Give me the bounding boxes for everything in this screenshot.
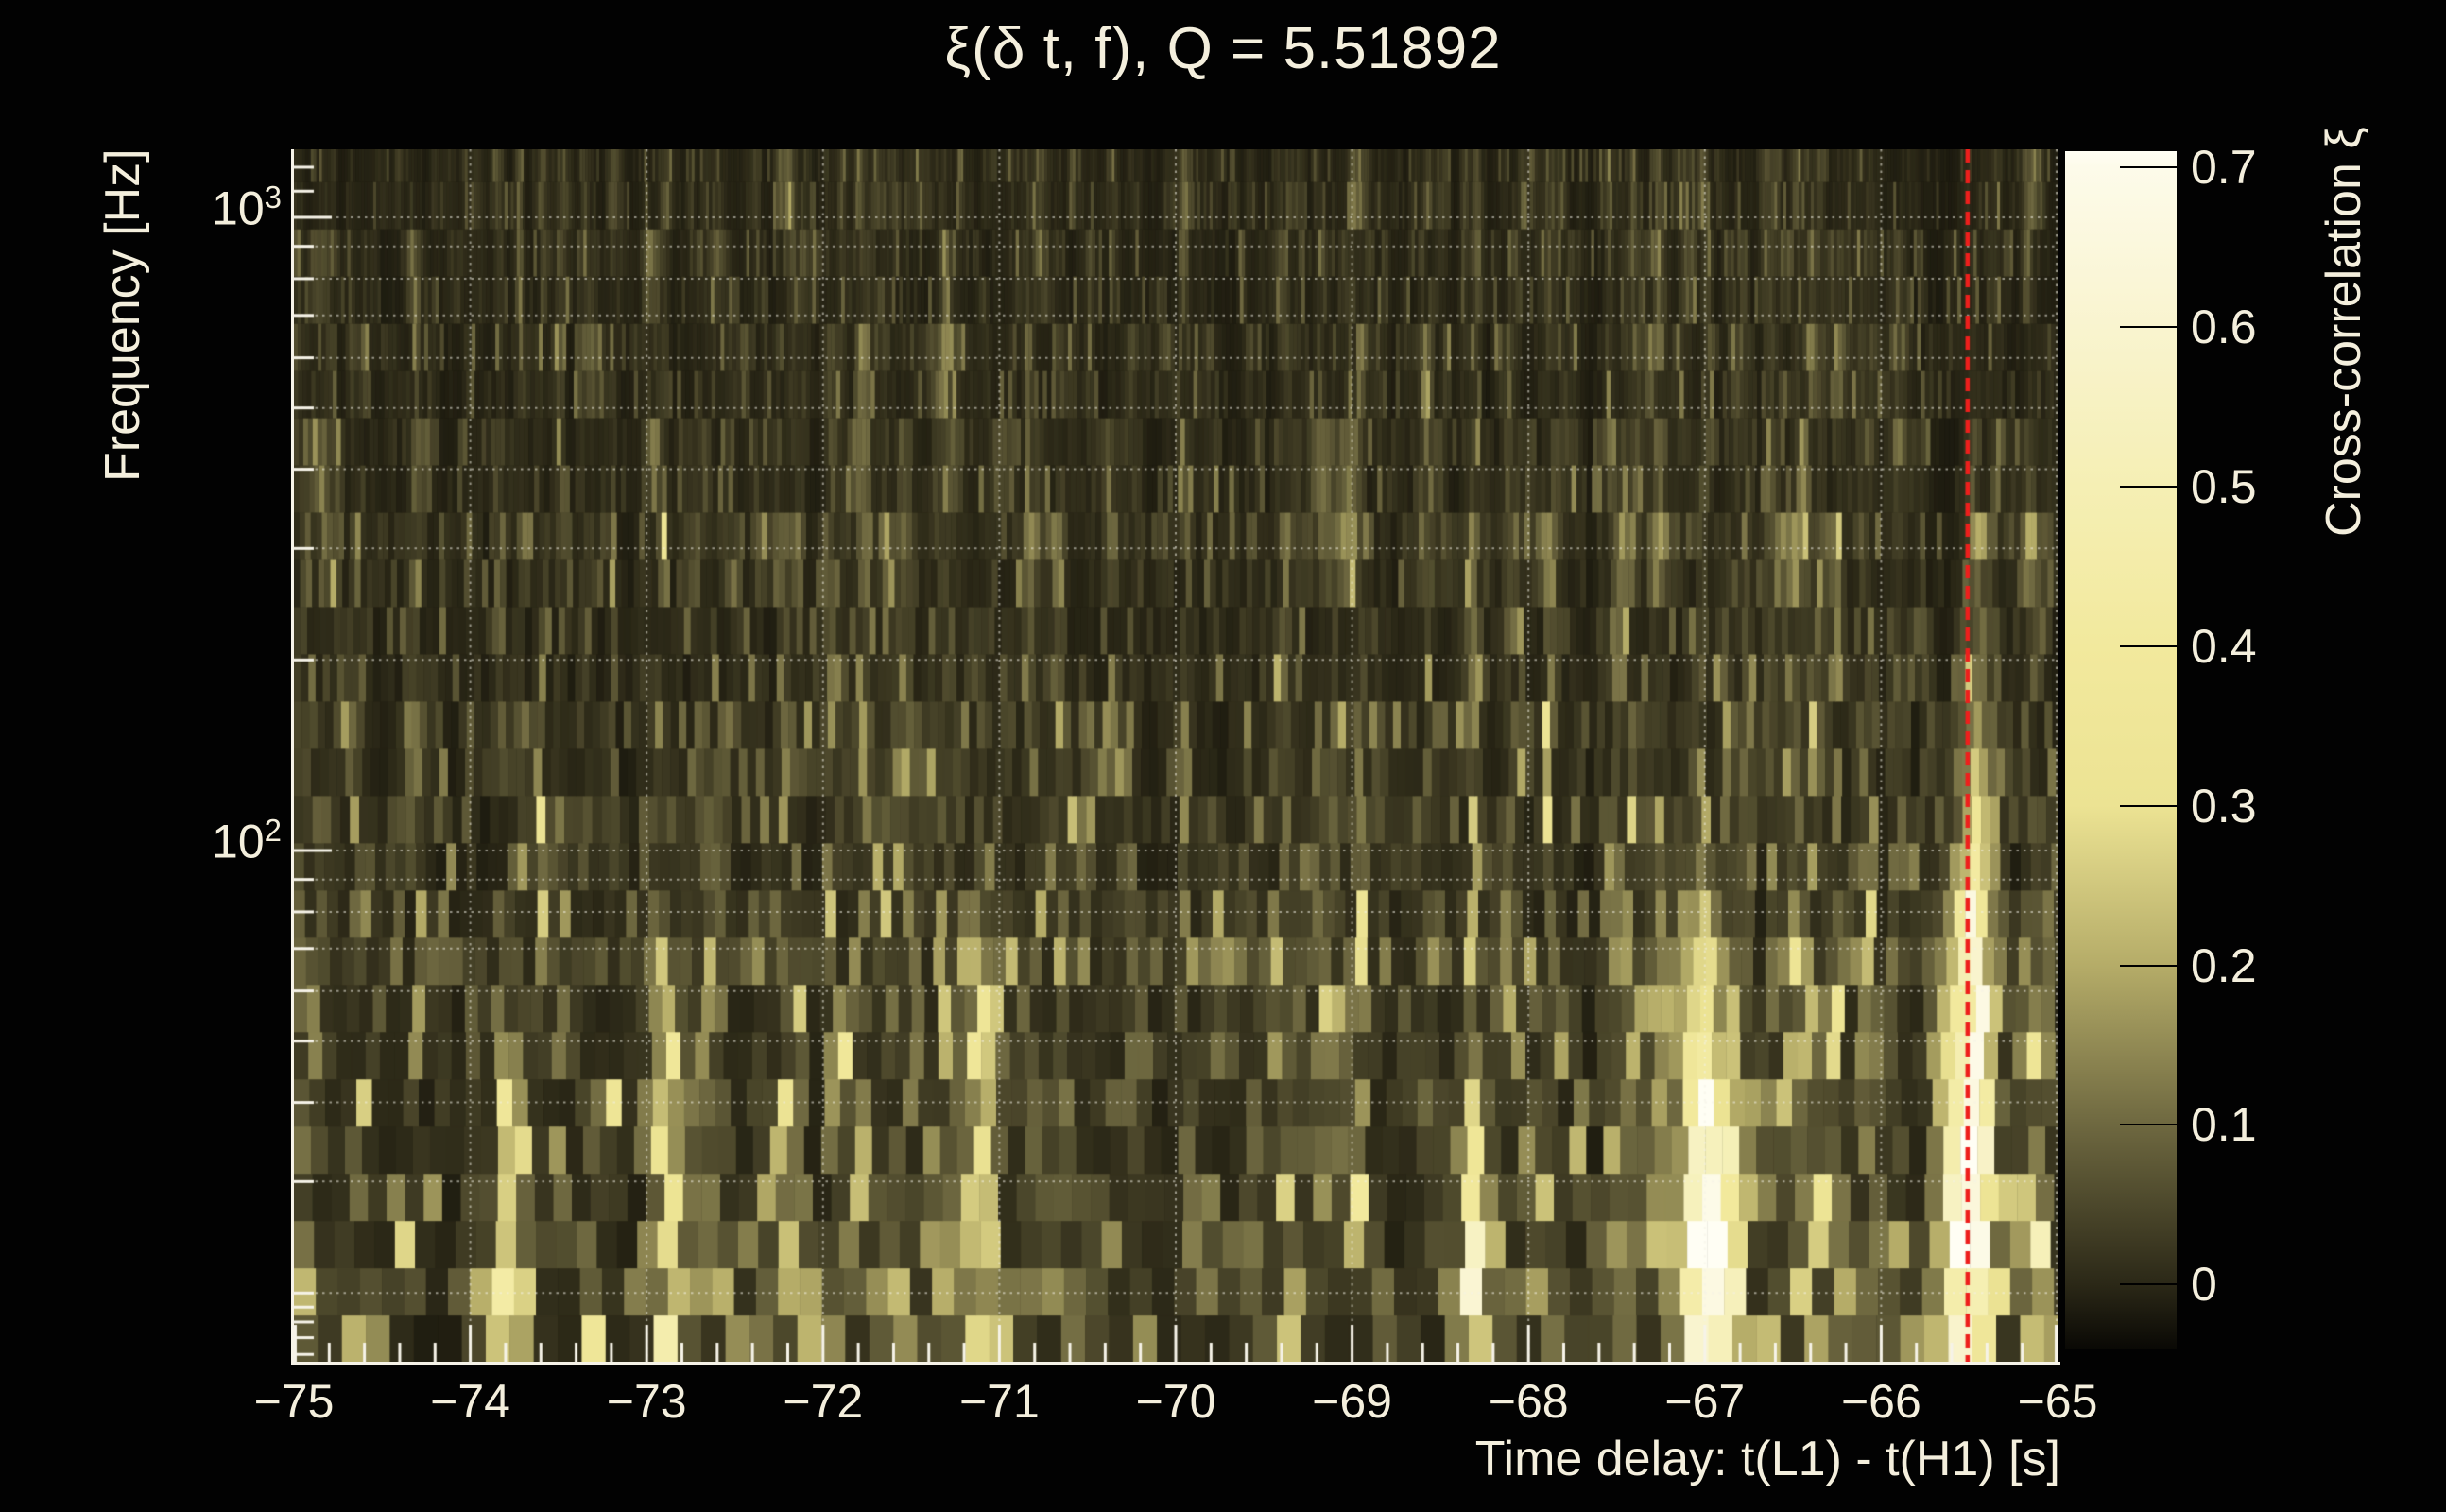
heatmap-canvas xyxy=(294,149,2058,1363)
x-tick-label: −65 xyxy=(2017,1375,2098,1428)
figure: ξ(δ t, f), Q = 5.51892 Frequency [Hz] −7… xyxy=(0,0,2446,1512)
x-axis-title: Time delay: t(L1) - t(H1) [s] xyxy=(1474,1432,2060,1486)
x-tick-label: −68 xyxy=(1488,1375,1569,1428)
colorbar xyxy=(2065,151,2177,1349)
colorbar-tick-label: 0.3 xyxy=(2191,779,2257,833)
colorbar-tick xyxy=(2120,1283,2177,1286)
colorbar-tick-label: 0.1 xyxy=(2191,1098,2257,1152)
colorbar-tick-label: 0 xyxy=(2191,1258,2217,1312)
x-tick-label: −75 xyxy=(253,1375,335,1428)
x-axis-line xyxy=(291,1362,2060,1365)
colorbar-tick xyxy=(2120,644,2177,647)
plot-title: ξ(δ t, f), Q = 5.51892 xyxy=(944,16,1502,81)
x-tick-label: −69 xyxy=(1312,1375,1392,1428)
colorbar-tick xyxy=(2120,1124,2177,1126)
colorbar-tick xyxy=(2120,165,2177,168)
x-tick-label: −73 xyxy=(606,1375,687,1428)
y-tick-label: 102 xyxy=(212,813,282,868)
x-tick-label: −71 xyxy=(958,1375,1040,1428)
x-tick-label: −67 xyxy=(1664,1375,1746,1428)
colorbar-tick xyxy=(2120,964,2177,967)
x-tick-label: −72 xyxy=(783,1375,864,1428)
colorbar-tick xyxy=(2120,804,2177,807)
x-tick-label: −70 xyxy=(1135,1375,1216,1428)
colorbar-tick xyxy=(2120,325,2177,328)
y-tick-label: 103 xyxy=(212,180,282,235)
colorbar-title: Cross-correlation ξ xyxy=(2317,127,2371,537)
colorbar-tick xyxy=(2120,485,2177,488)
x-tick-label: −66 xyxy=(1840,1375,1921,1428)
y-axis-line xyxy=(291,149,294,1365)
x-tick-label: −74 xyxy=(430,1375,510,1428)
colorbar-tick-label: 0.2 xyxy=(2191,938,2257,992)
colorbar-tick-label: 0.4 xyxy=(2191,619,2257,673)
